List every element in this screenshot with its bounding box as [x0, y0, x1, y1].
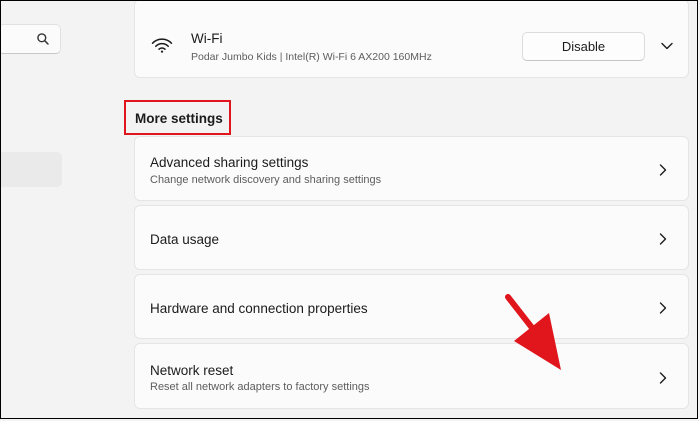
- wifi-title: Wi-Fi: [191, 31, 223, 46]
- network-reset-item[interactable]: Network reset Reset all network adapters…: [134, 343, 689, 409]
- data-usage-title: Data usage: [150, 232, 220, 247]
- chevron-right-icon: [659, 164, 667, 176]
- network-reset-subtitle: Reset all network adapters to factory se…: [150, 381, 370, 393]
- disable-wifi-button[interactable]: Disable: [522, 32, 645, 61]
- search-icon[interactable]: [36, 32, 50, 46]
- sidebar-item-selected[interactable]: [0, 152, 62, 187]
- search-input[interactable]: [0, 24, 61, 54]
- data-usage-item[interactable]: Data usage: [134, 205, 689, 270]
- wifi-adapter-description: Podar Jumbo Kids | Intel(R) Wi-Fi 6 AX20…: [191, 51, 432, 63]
- chevron-right-icon: [659, 233, 667, 245]
- wifi-icon: [151, 38, 173, 53]
- wifi-card: Wi-Fi Podar Jumbo Kids | Intel(R) Wi-Fi …: [134, 0, 689, 78]
- advanced-sharing-title: Advanced sharing settings: [150, 155, 309, 170]
- network-reset-title: Network reset: [150, 363, 234, 378]
- advanced-sharing-settings-item[interactable]: Advanced sharing settings Change network…: [134, 136, 689, 201]
- section-header-more-settings: More settings: [124, 100, 231, 135]
- hardware-connection-properties-item[interactable]: Hardware and connection properties: [134, 274, 689, 339]
- advanced-sharing-subtitle: Change network discovery and sharing set…: [150, 174, 382, 186]
- section-title: More settings: [135, 111, 223, 126]
- chevron-down-icon[interactable]: [660, 41, 674, 51]
- chevron-right-icon: [659, 302, 667, 314]
- chevron-right-icon: [659, 372, 667, 384]
- hardware-connection-title: Hardware and connection properties: [150, 301, 368, 316]
